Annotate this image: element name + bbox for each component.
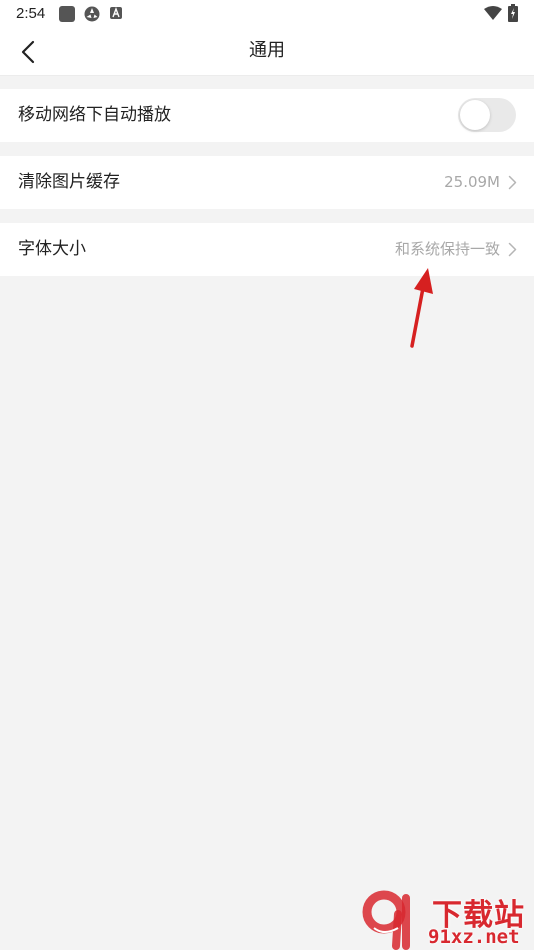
- clear-cache-label: 清除图片缓存: [18, 172, 120, 192]
- toggle-knob: [460, 100, 490, 130]
- site-watermark: 下载站 91xz.net: [360, 888, 532, 950]
- cache-size-value: 25.09M: [444, 173, 500, 191]
- battery-charging-icon: [508, 4, 518, 22]
- mobile-autoplay-label: 移动网络下自动播放: [18, 105, 171, 125]
- mobile-autoplay-toggle[interactable]: [458, 98, 516, 132]
- wifi-icon: [484, 6, 502, 20]
- setting-row-mobile-autoplay[interactable]: 移动网络下自动播放: [0, 89, 534, 142]
- chevron-right-icon: [508, 175, 517, 190]
- gear-icon: [84, 6, 100, 22]
- status-bar: 2:54: [0, 0, 534, 28]
- setting-row-clear-cache[interactable]: 清除图片缓存 25.09M: [0, 156, 534, 209]
- page-title: 通用: [249, 40, 285, 61]
- font-size-label: 字体大小: [18, 239, 86, 259]
- a-notification-icon: [110, 7, 122, 19]
- setting-row-font-size[interactable]: 字体大小 和系统保持一致: [0, 223, 534, 276]
- annotation-arrow-icon: [410, 268, 433, 348]
- app-square-icon: [59, 6, 75, 22]
- chevron-right-icon: [508, 242, 517, 257]
- watermark-url: 91xz.net: [428, 926, 520, 948]
- app-bar: 通用: [0, 28, 534, 76]
- watermark-logo-icon: [362, 890, 410, 950]
- status-time: 2:54: [16, 5, 46, 22]
